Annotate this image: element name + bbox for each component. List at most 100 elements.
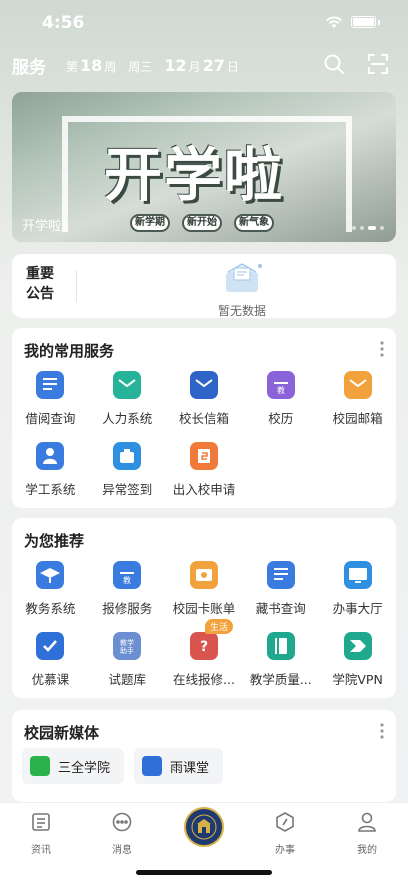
services-grid: 借阅查询 人力系统 校长信箱教校历 校园邮箱 学工系统 异常签到 出入校申请 (12, 370, 396, 498)
tab-news[interactable]: 资讯 (11, 811, 71, 856)
recommend-item[interactable]: 教报修服务 (89, 560, 166, 617)
student-affairs-icon (35, 441, 65, 471)
more-icon[interactable] (380, 340, 384, 358)
search-icon[interactable] (322, 52, 346, 76)
recommend-item-label: 优慕课 (31, 672, 70, 687)
status-time: 4:56 (42, 13, 85, 33)
news-icon (32, 813, 50, 831)
empty-state: 暂无数据 (192, 260, 292, 319)
wifi-icon (326, 16, 342, 28)
recommend-item[interactable]: 教学质量... (242, 631, 319, 688)
media-item[interactable]: 雨课堂 (134, 748, 224, 784)
section-title: 我的常用服务 (24, 342, 115, 360)
service-item[interactable]: 出入校申请 (166, 441, 243, 498)
status-bar: 4:56 (0, 0, 408, 44)
service-item-label: 借阅查询 (25, 411, 76, 426)
service-item[interactable]: 借阅查询 (12, 370, 89, 427)
banner-carousel[interactable]: 开学啦 新学期 新开始 新气象 开学啦！ (12, 92, 396, 242)
service-item-label: 校园邮箱 (332, 411, 383, 426)
campus-access-icon (189, 441, 219, 471)
service-item[interactable]: 教校历 (242, 370, 319, 427)
media-item-label: 雨课堂 (170, 760, 210, 776)
section-title: 为您推荐 (24, 532, 85, 550)
category-badge: 生活 (204, 619, 233, 634)
banner-caption: 开学啦！ (22, 219, 75, 234)
service-hall-icon (343, 560, 373, 590)
calendar-icon: 教 (266, 370, 296, 400)
svg-text:?: ? (200, 639, 208, 655)
campus-card-bill-icon (189, 560, 219, 590)
recommend-item-label: 教学质量... (249, 672, 312, 687)
hr-system-icon (112, 370, 142, 400)
tab-home[interactable] (184, 807, 224, 847)
recommend-item[interactable]: 教学 助手 试题库 (89, 631, 166, 688)
recommend-item[interactable]: 教务系统 (12, 560, 89, 617)
recommend-item[interactable]: 校园卡账单 (166, 560, 243, 617)
banner-headline: 开学啦 (104, 141, 285, 209)
media-item-label: 三全学院 (58, 760, 111, 776)
my-services-card: 我的常用服务 借阅查询 人力系统 校长信箱教校历 校园邮箱 学工系统 异常签到 出入校申请 (12, 328, 396, 508)
recommend-item-label: 校园卡账单 (172, 601, 236, 616)
recommend-item[interactable]: 优慕课 (12, 631, 89, 688)
carousel-indicator (352, 226, 384, 230)
recommend-grid: 教务系统教报修服务 校园卡账单 藏书查询 办事大厅 优慕课 教学 助手 试题库? 生活 在线报修.… (12, 560, 396, 688)
abnormal-checkin-icon (112, 441, 142, 471)
rain-classroom-icon (142, 756, 163, 776)
tab-bar: 资讯 消息 办事 我的 (0, 802, 408, 883)
question-bank-icon: 教学 助手 (112, 631, 142, 661)
tab-affairs[interactable]: 办事 (255, 811, 315, 856)
recommend-item-label: 试题库 (108, 672, 146, 687)
service-item[interactable]: 校长信箱 (166, 370, 243, 427)
service-item[interactable]: 学工系统 (12, 441, 89, 498)
scan-icon[interactable] (366, 52, 390, 76)
recommend-item[interactable]: 学院VPN (319, 631, 396, 688)
profile-icon (358, 812, 376, 832)
umooc-icon (35, 631, 65, 661)
principal-mailbox-icon (189, 370, 219, 400)
affairs-icon (276, 812, 294, 832)
battery-icon (351, 16, 376, 28)
recommend-item[interactable]: 藏书查询 (242, 560, 319, 617)
service-item-label: 学工系统 (25, 482, 76, 497)
svg-text:教: 教 (123, 575, 131, 585)
week-number: 18 (80, 55, 103, 75)
message-icon (112, 812, 132, 832)
recommend-item-label: 藏书查询 (255, 601, 306, 616)
recommend-card: 为您推荐 教务系统教报修服务 校园卡账单 藏书查询 办事大厅优慕课 教学 助手试题库? 生活… (12, 518, 396, 698)
service-item[interactable]: 校园邮箱 (319, 370, 396, 427)
service-item-label: 校长信箱 (178, 411, 229, 426)
service-item-label: 人力系统 (102, 411, 153, 426)
recommend-item[interactable]: ? 生活 在线报修... (166, 619, 243, 688)
service-item[interactable]: 人力系统 (89, 370, 166, 427)
section-title: 校园新媒体 (24, 724, 100, 742)
service-item[interactable]: 异常签到 (89, 441, 166, 498)
academic-system-icon (35, 560, 65, 590)
recommend-item-label: 办事大厅 (332, 601, 383, 616)
new-media-card: 校园新媒体 三全学院 雨课堂 (12, 710, 396, 802)
recommend-item[interactable]: 办事大厅 (319, 560, 396, 617)
repair-service-icon: 教 (112, 560, 142, 590)
header: 服务 第 18 周 周三 12 月 27 日 (12, 52, 396, 78)
home-indicator (136, 870, 272, 875)
tab-messages[interactable]: 消息 (92, 811, 152, 856)
service-item-label: 校历 (268, 411, 294, 426)
school-emblem-icon (191, 814, 217, 840)
campus-mail-icon (343, 370, 373, 400)
tab-profile[interactable]: 我的 (337, 811, 397, 856)
svg-text:教: 教 (277, 385, 285, 395)
empty-text: 暂无数据 (217, 304, 266, 318)
more-icon[interactable] (380, 722, 384, 740)
banner-pill: 新气象 (234, 214, 274, 232)
media-item[interactable]: 三全学院 (22, 748, 125, 784)
day: 27 (202, 55, 225, 75)
svg-text:教学: 教学 (120, 638, 134, 647)
month: 12 (164, 55, 187, 75)
empty-box-icon (226, 263, 262, 292)
vpn-icon (343, 631, 373, 661)
wechat-icon (30, 756, 50, 776)
banner-pill: 新学期 (130, 214, 170, 232)
recommend-item-label: 教务系统 (25, 601, 76, 616)
weekday: 周三 (128, 59, 153, 74)
notice-card[interactable]: 重要公告 暂无数据 (12, 254, 396, 318)
service-item-label: 异常签到 (102, 482, 153, 497)
